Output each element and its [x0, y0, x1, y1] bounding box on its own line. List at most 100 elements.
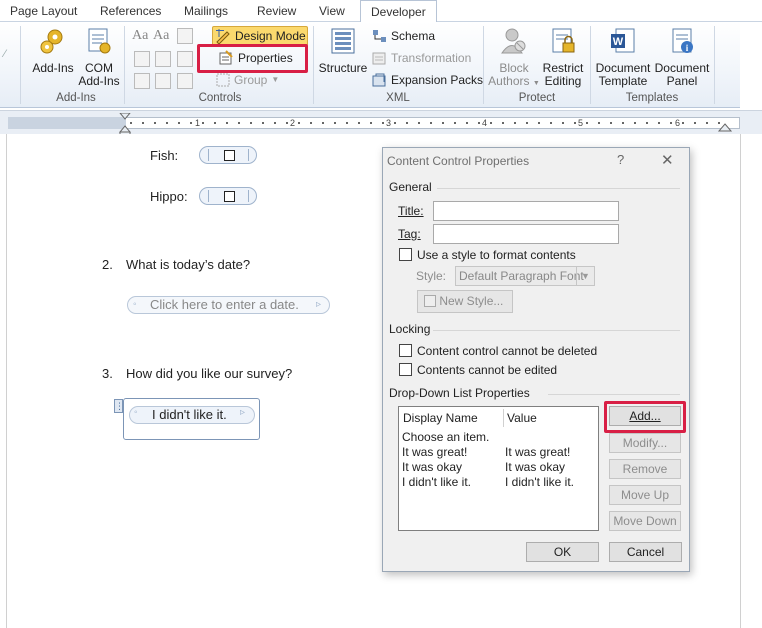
ruler-tick — [478, 122, 480, 124]
group-label-addins: Add-Ins — [56, 92, 96, 104]
legacy-tools-icon[interactable] — [177, 73, 193, 89]
lock-edit-checkbox[interactable] — [399, 363, 412, 376]
help-button[interactable]: ? — [617, 152, 624, 167]
list-item-value[interactable]: It was okay — [505, 460, 565, 474]
fish-checkbox[interactable] — [224, 150, 235, 161]
list-item[interactable]: It was great! — [402, 445, 467, 459]
ruler-tick — [538, 122, 540, 124]
ruler-tick — [346, 122, 348, 124]
rich-text-control[interactable]: Aa — [132, 26, 148, 46]
ruler-number: 6 — [675, 118, 681, 128]
restrict-editing-button[interactable]: Restrict Editing — [541, 26, 585, 88]
block-label-2-wrap: Authors ▼ — [487, 75, 541, 90]
tab-developer[interactable]: Developer — [360, 0, 437, 23]
block-authors-button[interactable]: Block Authors ▼ — [487, 26, 541, 90]
partial-group-edge: ⁄ — [4, 48, 6, 60]
fish-label: Fish: — [150, 148, 179, 163]
control-tag-left-icon: ◦ — [133, 299, 137, 310]
ruler-tick — [226, 122, 228, 124]
svg-text:W: W — [613, 36, 624, 48]
structure-button[interactable]: Structure — [317, 26, 369, 75]
doc-template-label-2: Template — [598, 74, 648, 88]
expansion-packs-label: Expansion Packs — [391, 73, 484, 87]
lock-delete-checkbox[interactable] — [399, 344, 412, 357]
com-addins-button[interactable]: COM Add-Ins — [78, 26, 120, 88]
dropdown-value-pill[interactable]: ◦ I didn't like it. ▹ — [129, 406, 255, 424]
transformation-button[interactable]: Transformation — [372, 48, 471, 68]
title-input[interactable] — [433, 201, 619, 221]
control-handle-left — [208, 149, 209, 161]
tab-page-layout[interactable]: Page Layout — [10, 0, 77, 22]
ruler-tick — [214, 122, 216, 124]
ruler-tick — [526, 122, 528, 124]
group-label-protect: Protect — [518, 92, 556, 104]
ruler-tick — [310, 122, 312, 124]
column-header-value[interactable]: Value — [507, 411, 537, 425]
move-down-button[interactable]: Move Down — [609, 511, 681, 531]
dropdown-list-icon[interactable] — [177, 51, 193, 67]
cancel-button[interactable]: Cancel — [609, 542, 682, 562]
hippo-checkbox[interactable] — [224, 191, 235, 202]
list-item[interactable]: It was okay — [402, 460, 462, 474]
plain-text-control[interactable]: Aa — [153, 26, 169, 46]
word-document-icon: W — [611, 28, 635, 53]
date-picker-control[interactable]: ◦ Click here to enter a date. ▹ — [127, 296, 330, 314]
ruler-tick — [382, 122, 384, 124]
ruler-tick — [262, 122, 264, 124]
tab-view[interactable]: View — [319, 0, 345, 22]
fish-checkbox-control[interactable] — [199, 146, 257, 164]
ok-button[interactable]: OK — [526, 542, 599, 562]
addins-button[interactable]: Add-Ins — [30, 26, 76, 75]
doc-panel-label-2: Panel — [666, 74, 698, 88]
horizontal-ruler[interactable]: 1 2 3 4 5 6 — [0, 110, 762, 135]
modify-button[interactable]: Modify... — [609, 433, 681, 453]
indent-marker-icon[interactable] — [118, 113, 132, 135]
remove-button[interactable]: Remove — [609, 459, 681, 479]
ribbon-tab-bar: Page Layout References Mailings Review V… — [0, 0, 762, 23]
list-item[interactable]: I didn't like it. — [402, 475, 471, 489]
section-divider — [548, 394, 680, 395]
list-item-value[interactable]: It was great! — [505, 445, 570, 459]
list-item-value[interactable]: I didn't like it. — [505, 475, 574, 489]
move-up-button[interactable]: Move Up — [609, 485, 681, 505]
picture-control-icon[interactable] — [177, 28, 193, 44]
design-mode-button[interactable]: Design Mode — [212, 26, 308, 46]
dropdown-control[interactable]: ◦ I didn't like it. ▹ — [123, 398, 260, 440]
dropdown-items-list[interactable]: Display Name Value Choose an item. It wa… — [398, 406, 599, 531]
block-authors-icon — [501, 28, 526, 54]
style-select-value: Default Paragraph Font — [459, 269, 584, 283]
schema-label: Schema — [391, 29, 436, 43]
checkbox-control-icon[interactable] — [155, 73, 171, 89]
new-style-button[interactable]: New Style... — [417, 290, 513, 313]
tab-mailings[interactable]: Mailings — [184, 0, 228, 22]
column-header-display-name[interactable]: Display Name — [403, 411, 478, 425]
tab-references[interactable]: References — [100, 0, 161, 22]
combo-box-icon[interactable] — [155, 51, 171, 67]
close-button[interactable]: ✕ — [661, 151, 674, 169]
tag-input[interactable] — [433, 224, 619, 244]
schema-button[interactable]: Schema — [372, 26, 435, 46]
tab-review[interactable]: Review — [257, 0, 296, 22]
group-button[interactable]: Group ▼ — [216, 70, 286, 90]
list-item[interactable]: Choose an item. — [402, 430, 489, 444]
style-label: Style: — [416, 269, 447, 283]
hippo-checkbox-control[interactable] — [199, 187, 257, 205]
control-grip-icon[interactable]: ⋮ — [114, 399, 124, 413]
control-handle-right — [248, 149, 249, 161]
style-select[interactable]: Default Paragraph Font ▼ — [455, 266, 595, 286]
group-label-xml: XML — [386, 92, 410, 104]
ruler-tick — [406, 122, 408, 124]
use-style-checkbox[interactable] — [399, 248, 412, 261]
expansion-packs-button[interactable]: Expansion Packs — [372, 70, 483, 90]
document-panel-button[interactable]: i Document Panel — [654, 26, 710, 88]
date-picker-icon[interactable] — [134, 73, 150, 89]
content-control-properties-dialog[interactable]: Content Control Properties ? ✕ General T… — [382, 147, 690, 572]
new-style-icon — [424, 295, 436, 307]
dropdown-value-text: I didn't like it. — [152, 407, 227, 422]
document-template-button[interactable]: W Document Template — [594, 26, 652, 88]
group-label-controls: Controls — [198, 92, 242, 104]
control-handle-left — [208, 190, 209, 202]
add-highlight-box — [604, 401, 686, 433]
building-block-icon[interactable] — [134, 51, 150, 67]
group-icon — [216, 73, 230, 87]
